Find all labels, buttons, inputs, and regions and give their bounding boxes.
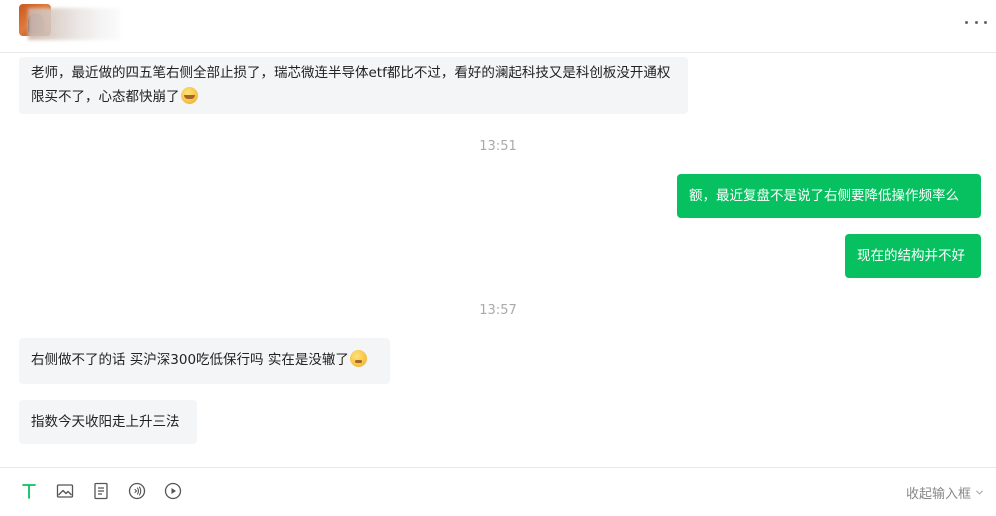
- document-icon[interactable]: [91, 481, 111, 501]
- more-icon[interactable]: [965, 12, 987, 32]
- input-toolbar: 收起输入框: [0, 467, 996, 516]
- message-text: 指数今天收阳走上升三法: [31, 414, 180, 430]
- message-incoming: 老师，最近做的四五笔右侧全部止损了，瑞芯微连半导体etf都比不过，看好的澜起科技…: [19, 57, 688, 114]
- message-text: 老师，最近做的四五笔右侧全部止损了，瑞芯微连半导体etf都比不过，看好的澜起科技…: [31, 65, 671, 105]
- message-text: 右侧做不了的话 买沪深300吃低保行吗 实在是没辙了: [31, 352, 349, 368]
- image-icon[interactable]: [55, 481, 75, 501]
- collapse-input-label: 收起输入框: [905, 487, 971, 502]
- collapse-input-button[interactable]: 收起输入框: [906, 483, 984, 502]
- message-incoming: 指数今天收阳走上升三法: [19, 400, 197, 444]
- text-format-icon[interactable]: [19, 481, 39, 501]
- audio-icon[interactable]: [127, 481, 147, 501]
- worried-emoji-icon: [349, 350, 367, 367]
- crying-laughing-emoji-icon: [180, 87, 198, 104]
- chevron-down-icon: [975, 488, 984, 497]
- message-text: 现在的结构并不好: [857, 248, 965, 264]
- timestamp: 13:51: [479, 139, 517, 154]
- message-text: 额，最近复盘不是说了右侧要降低操作频率么: [689, 188, 959, 204]
- play-icon[interactable]: [163, 481, 183, 501]
- contact-name: [28, 8, 120, 40]
- message-incoming: 右侧做不了的话 买沪深300吃低保行吗 实在是没辙了: [19, 338, 390, 384]
- message-outgoing: 额，最近复盘不是说了右侧要降低操作频率么: [677, 174, 981, 218]
- message-list[interactable]: 老师，最近做的四五笔右侧全部止损了，瑞芯微连半导体etf都比不过，看好的澜起科技…: [0, 54, 996, 467]
- timestamp: 13:57: [479, 303, 517, 318]
- message-outgoing: 现在的结构并不好: [845, 234, 981, 278]
- chat-header: [0, 0, 996, 53]
